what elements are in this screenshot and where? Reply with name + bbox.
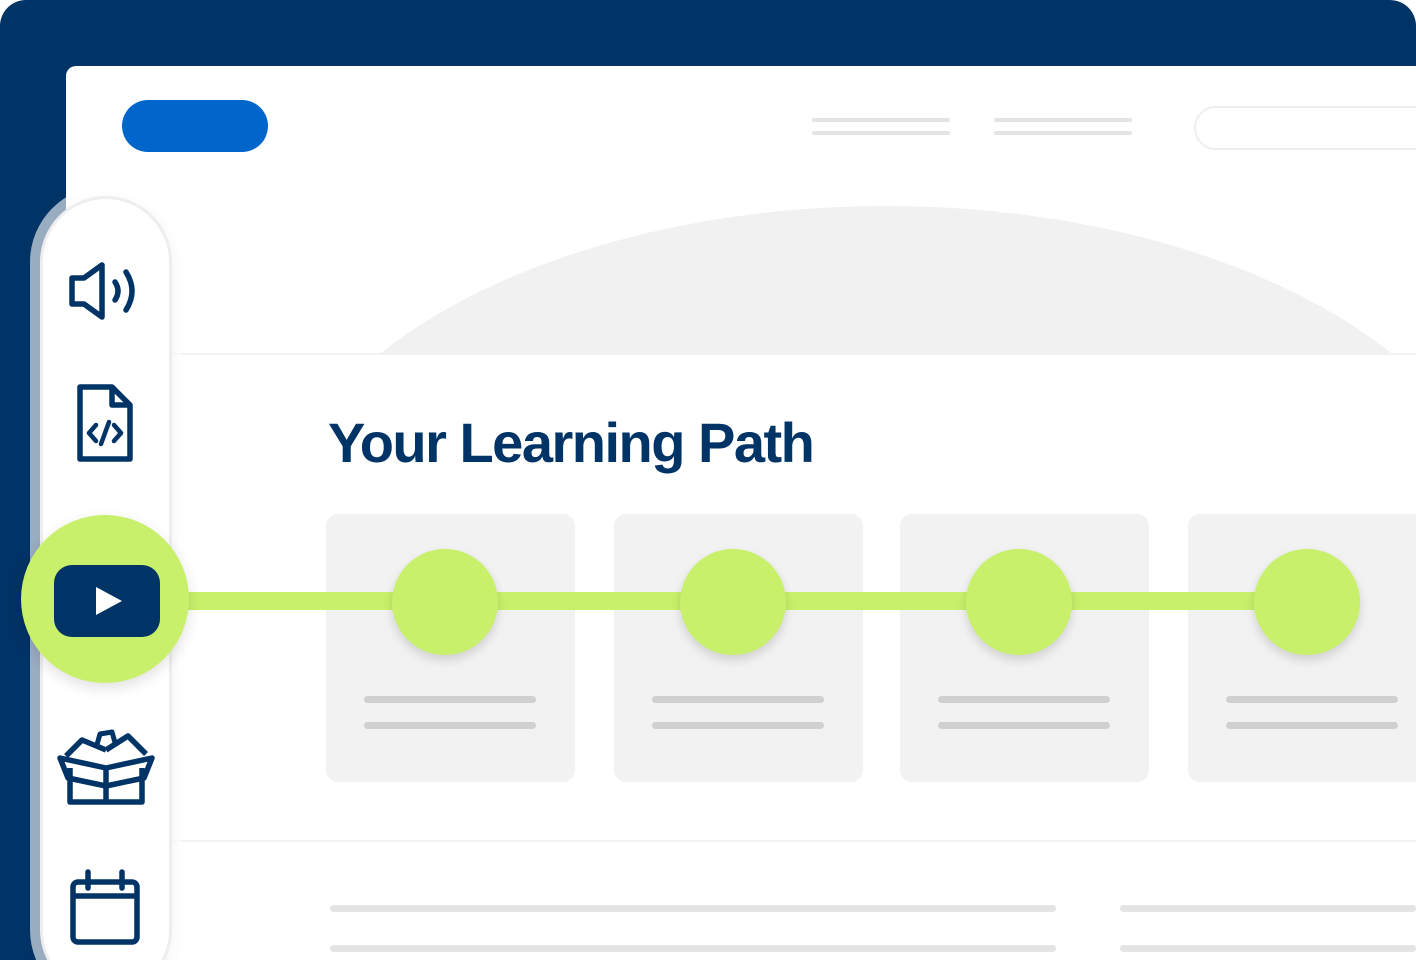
- play-icon[interactable]: [54, 565, 160, 637]
- calendar-icon[interactable]: [68, 866, 142, 948]
- text-placeholder: [1120, 945, 1416, 952]
- page-window: Your Learning Path: [66, 66, 1416, 960]
- timeline-node-2[interactable]: [680, 549, 786, 655]
- timeline-node-3[interactable]: [966, 549, 1072, 655]
- nav-link-2[interactable]: [994, 118, 1132, 136]
- section-divider: [66, 353, 1416, 355]
- section-divider: [66, 840, 1416, 842]
- hero-banner: [66, 206, 1416, 354]
- nav-link-1[interactable]: [812, 118, 950, 136]
- text-placeholder: [1120, 905, 1416, 912]
- search-input[interactable]: [1194, 106, 1416, 150]
- text-placeholder: [330, 905, 1056, 912]
- gift-box-icon[interactable]: [56, 728, 156, 810]
- megaphone-icon[interactable]: [66, 258, 146, 324]
- page-title: Your Learning Path: [328, 411, 815, 474]
- code-file-icon[interactable]: [72, 383, 138, 465]
- timeline-node-1[interactable]: [392, 549, 498, 655]
- timeline-node-4[interactable]: [1254, 549, 1360, 655]
- text-placeholder: [330, 945, 1056, 952]
- hero-shape: [266, 206, 1416, 354]
- logo[interactable]: [122, 100, 268, 152]
